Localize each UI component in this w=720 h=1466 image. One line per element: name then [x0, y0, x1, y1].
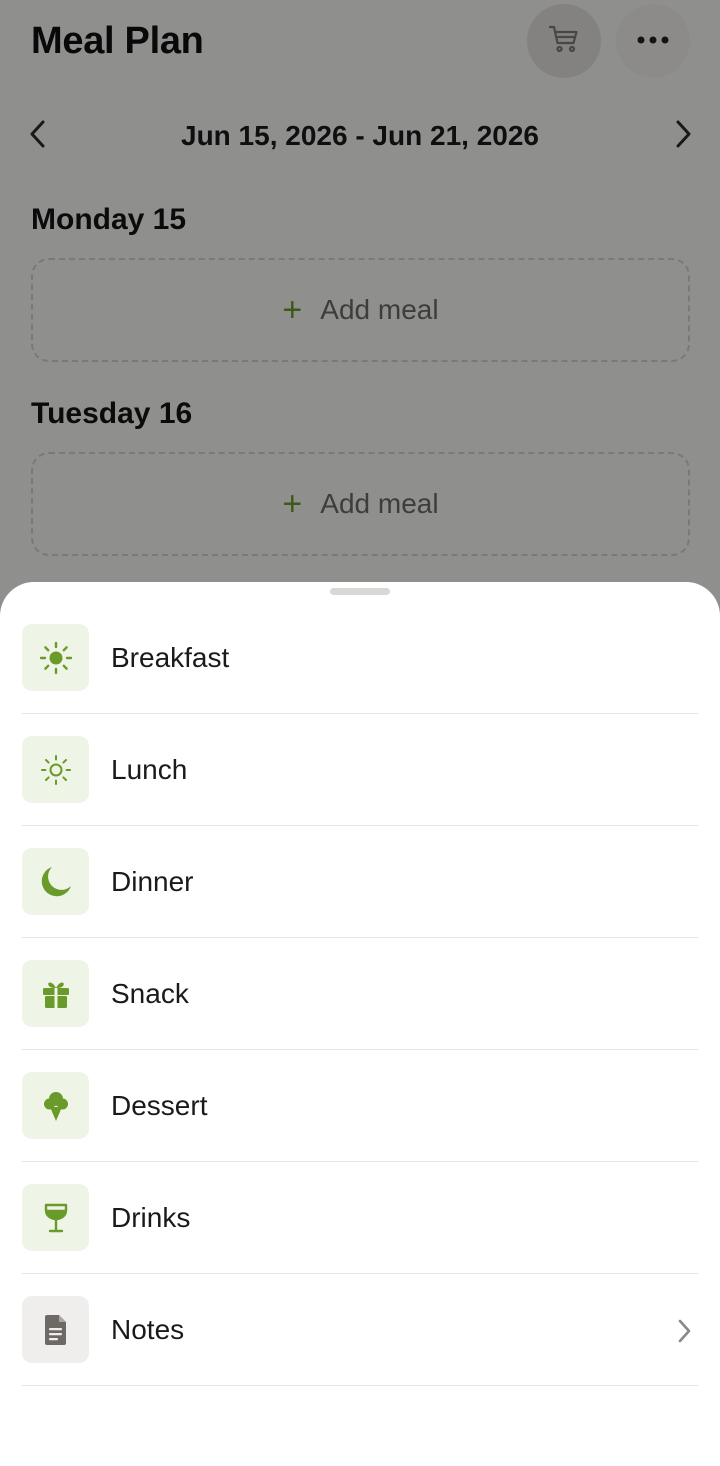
option-snack[interactable]: Snack [22, 938, 698, 1050]
meal-type-sheet: Breakfast Lunch Dinner Snack Dessert Dri… [0, 582, 720, 1466]
option-notes[interactable]: Notes [22, 1274, 698, 1386]
option-label: Notes [111, 1313, 185, 1345]
sun-icon [22, 624, 89, 691]
moon-icon [22, 848, 89, 915]
option-lunch[interactable]: Lunch [22, 714, 698, 826]
chevron-right-icon [676, 1318, 692, 1349]
gift-icon [22, 960, 89, 1027]
option-label: Drinks [111, 1201, 191, 1233]
glass-icon [22, 1184, 89, 1251]
option-label: Dinner [111, 865, 194, 897]
sheet-grabber[interactable] [330, 588, 390, 595]
option-drinks[interactable]: Drinks [22, 1162, 698, 1274]
option-label: Snack [111, 977, 189, 1009]
option-breakfast[interactable]: Breakfast [22, 602, 698, 714]
option-label: Lunch [111, 753, 188, 785]
ice-cream-icon [22, 1072, 89, 1139]
option-dinner[interactable]: Dinner [22, 826, 698, 938]
document-icon [22, 1296, 89, 1363]
option-label: Dessert [111, 1089, 208, 1121]
option-dessert[interactable]: Dessert [22, 1050, 698, 1162]
sun-outline-icon [22, 736, 89, 803]
option-label: Breakfast [111, 641, 230, 673]
